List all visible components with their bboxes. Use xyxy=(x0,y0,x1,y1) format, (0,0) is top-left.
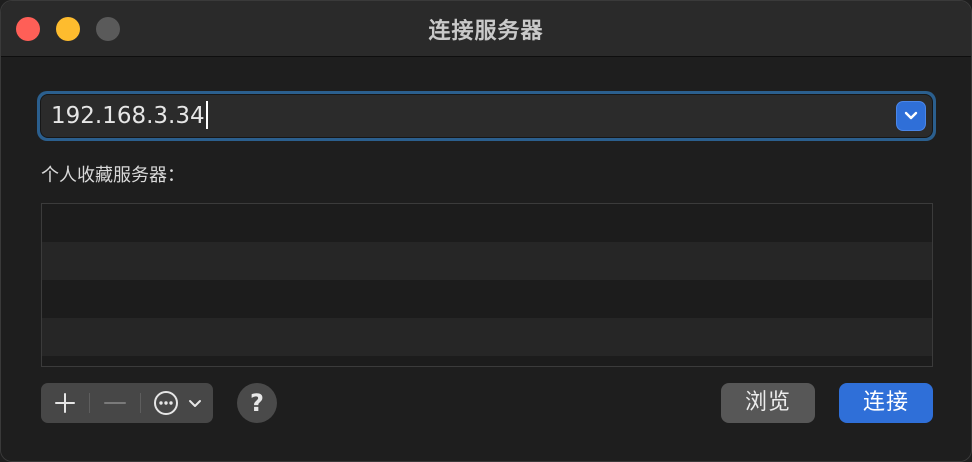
ellipsis-circle-icon xyxy=(154,391,201,415)
text-cursor xyxy=(205,100,208,129)
connect-button[interactable]: 连接 xyxy=(839,383,933,423)
favorite-servers-list[interactable] xyxy=(41,203,933,367)
recent-servers-dropdown-button[interactable] xyxy=(896,101,926,131)
list-item[interactable] xyxy=(42,318,932,356)
dialog-content: 192.168.3.34 个人收藏服务器： ? 浏览 连接 xyxy=(1,57,971,461)
favorites-toolbar xyxy=(41,383,213,423)
list-item[interactable] xyxy=(42,242,932,280)
window-title: 连接服务器 xyxy=(428,19,544,44)
list-item[interactable] xyxy=(42,204,932,242)
server-address-input[interactable]: 192.168.3.34 xyxy=(51,95,208,137)
favorite-servers-label: 个人收藏服务器： xyxy=(41,165,185,186)
list-item[interactable] xyxy=(42,280,932,318)
plus-icon xyxy=(55,393,75,413)
server-address-combobox[interactable]: 192.168.3.34 xyxy=(40,94,933,138)
server-address-value: 192.168.3.34 xyxy=(51,103,205,129)
title-bar: 连接服务器 xyxy=(1,1,971,57)
browse-button[interactable]: 浏览 xyxy=(721,383,815,423)
server-address-focus-ring: 192.168.3.34 xyxy=(37,91,936,141)
connect-to-server-window: 连接服务器 192.168.3.34 个人收藏服务器： ? 浏览 连接 xyxy=(0,0,972,462)
minus-icon xyxy=(104,402,126,404)
chevron-down-icon xyxy=(904,111,918,120)
add-favorite-button[interactable] xyxy=(41,383,89,423)
more-actions-menu-button[interactable] xyxy=(141,383,213,423)
help-button[interactable]: ? xyxy=(237,383,277,423)
remove-favorite-button[interactable] xyxy=(90,383,140,423)
